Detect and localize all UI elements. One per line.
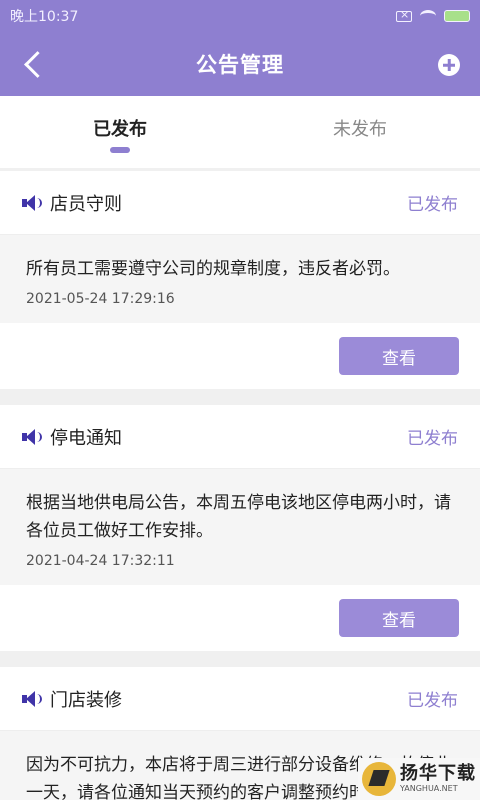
notice-body: 所有员工需要遵守公司的规章制度，违反者必罚。 2021-05-24 17:29:… [0,235,480,323]
tab-label: 未发布 [333,119,387,140]
back-icon[interactable] [20,48,48,80]
tab-label: 已发布 [93,119,147,140]
status-bar: 晚上10:37 [0,0,480,32]
notice-title: 门店装修 [50,689,122,711]
speaker-icon [22,690,42,707]
view-button[interactable]: 查看 [339,337,459,375]
notice-content: 所有员工需要遵守公司的规章制度，违反者必罚。 [26,259,400,279]
notice-content: 根据当地供电局公告，本周五停电该地区停电两小时，请各位员工做好工作安排。 [26,493,451,541]
tab-bar: 已发布 未发布 [0,96,480,168]
add-icon[interactable] [438,54,460,76]
notice-header: 店员守则 已发布 [0,171,480,235]
watermark-en: YANGHUA.NET [400,784,458,793]
notice-header: 门店装修 已发布 [0,667,480,731]
tab-unpublished[interactable]: 未发布 [240,96,480,168]
sim-icon [396,8,412,22]
app-header: 晚上10:37 公告管理 [0,0,480,96]
notice-card: 停电通知 已发布 根据当地供电局公告，本周五停电该地区停电两小时，请各位员工做好… [0,405,480,651]
watermark-logo-icon [362,762,396,796]
navbar: 公告管理 [0,32,480,96]
tab-indicator [110,147,130,153]
notice-date: 2021-04-24 17:32:11 [26,553,175,569]
notice-footer: 查看 [0,323,480,389]
status-icons [396,8,470,22]
speaker-icon [22,194,42,211]
notice-title: 停电通知 [50,427,122,449]
speaker-icon [22,428,42,445]
status-time: 晚上10:37 [10,9,79,25]
notice-list: 店员守则 已发布 所有员工需要遵守公司的规章制度，违反者必罚。 2021-05-… [0,168,480,800]
battery-icon [444,10,470,22]
notice-card: 店员守则 已发布 所有员工需要遵守公司的规章制度，违反者必罚。 2021-05-… [0,171,480,389]
watermark: 扬华下载 YANGHUA.NET [358,758,480,800]
notice-status: 已发布 [407,195,458,215]
page-title: 公告管理 [196,53,284,77]
wifi-icon [420,10,436,22]
notice-status: 已发布 [407,429,458,449]
watermark-cn: 扬华下载 [400,763,476,784]
notice-header: 停电通知 已发布 [0,405,480,469]
notice-status: 已发布 [407,691,458,711]
tab-published[interactable]: 已发布 [0,96,240,168]
notice-title: 店员守则 [50,193,122,215]
view-button[interactable]: 查看 [339,599,459,637]
notice-footer: 查看 [0,585,480,651]
notice-body: 根据当地供电局公告，本周五停电该地区停电两小时，请各位员工做好工作安排。 202… [0,469,480,585]
notice-date: 2021-05-24 17:29:16 [26,291,175,307]
